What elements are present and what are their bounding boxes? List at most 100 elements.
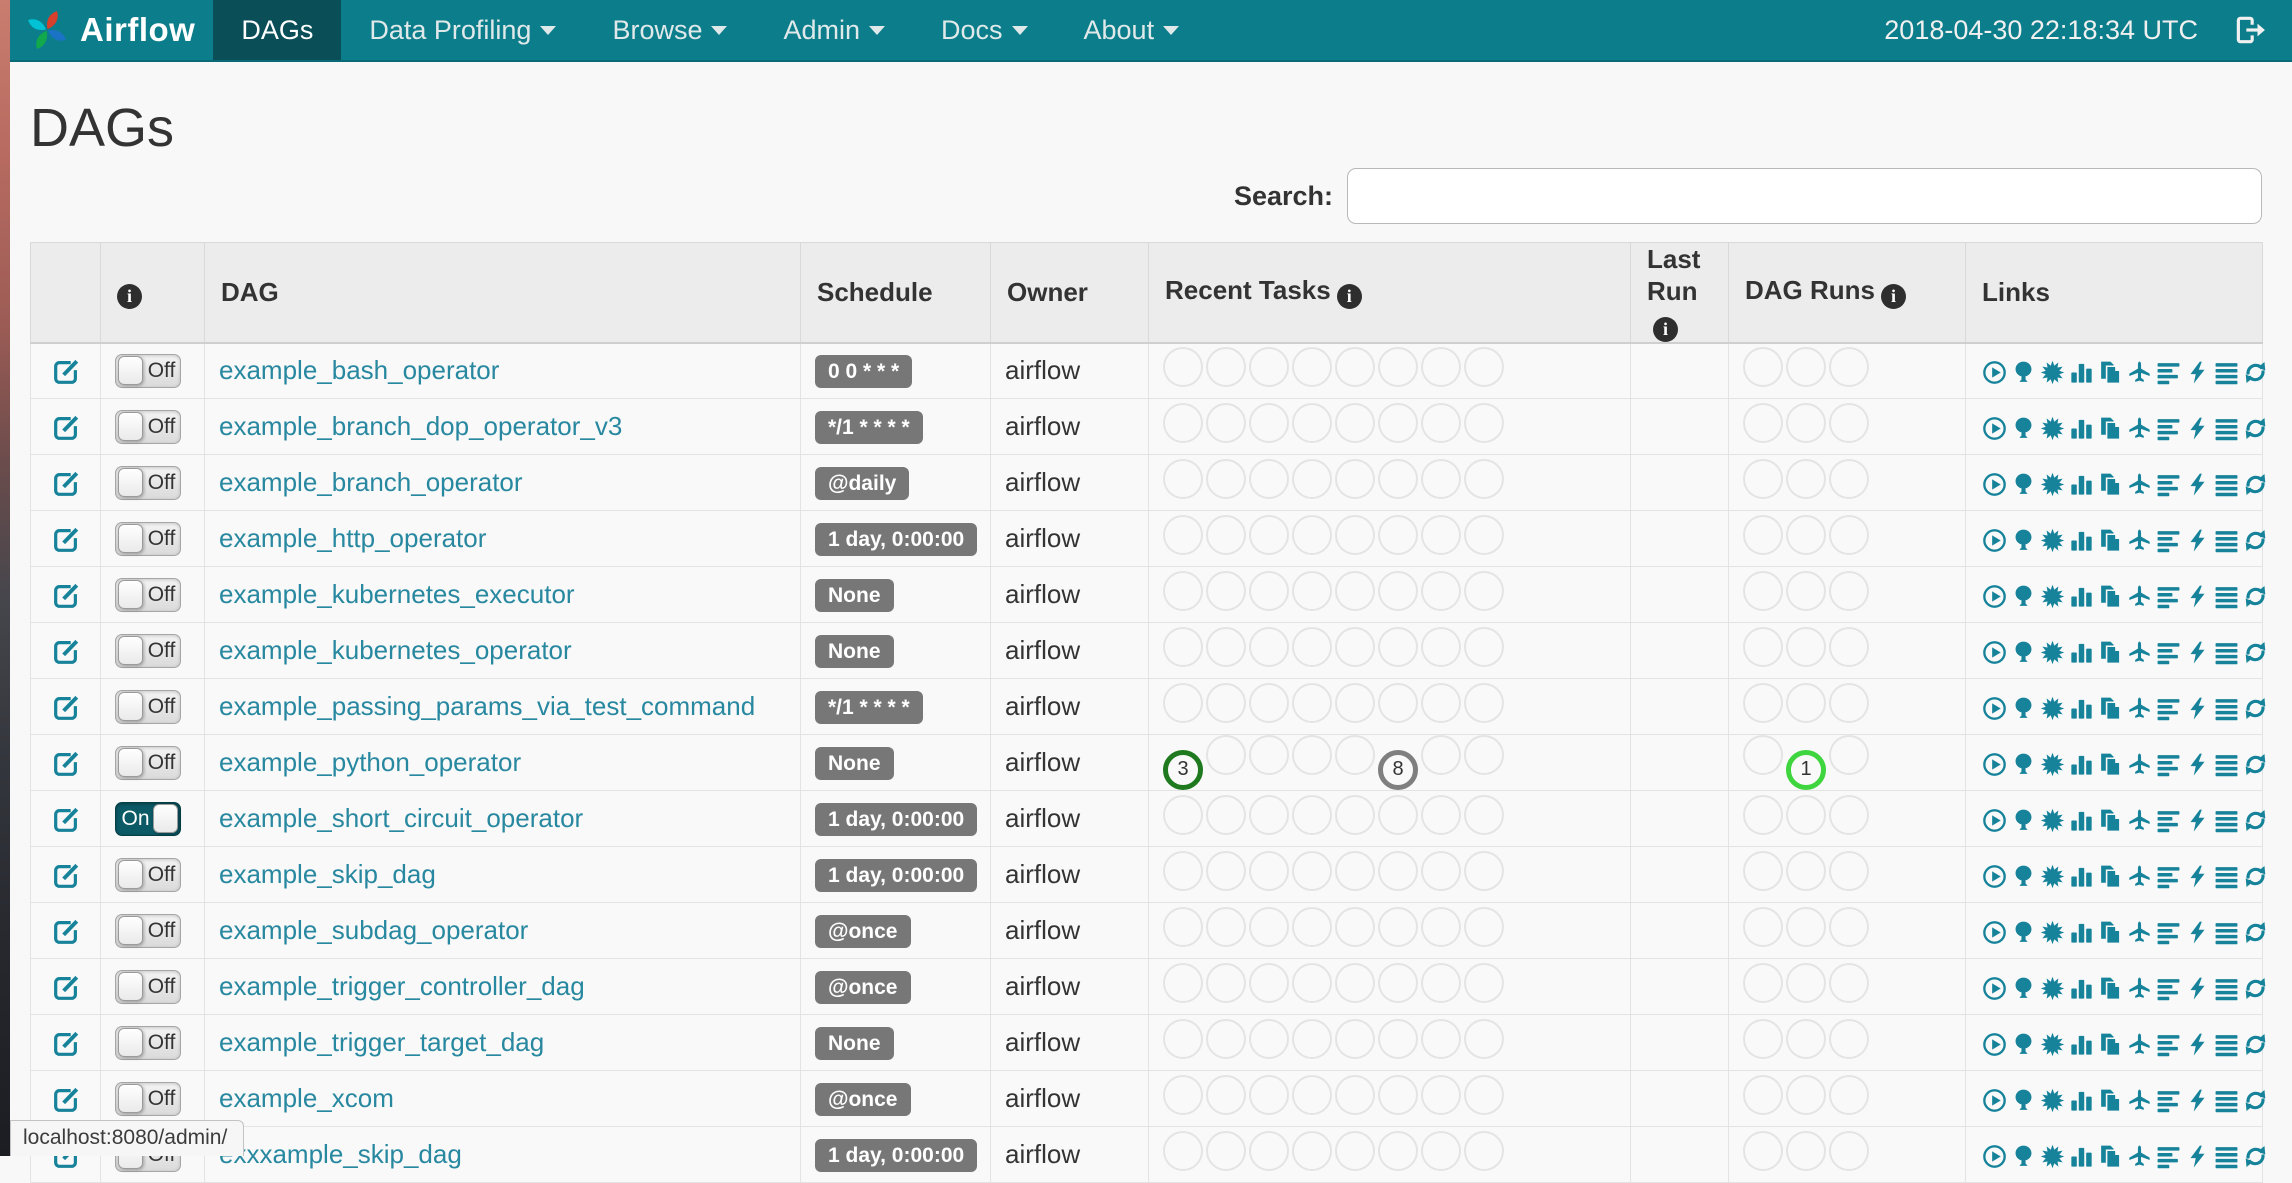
state-circle[interactable]: [1786, 851, 1826, 891]
gantt-view-icon[interactable]: [2156, 803, 2181, 834]
logs-icon[interactable]: [2214, 355, 2239, 386]
trigger-dag-icon[interactable]: [1982, 1083, 2007, 1114]
code-view-icon[interactable]: [2185, 971, 2210, 1002]
dag-pause-toggle[interactable]: Off: [115, 353, 181, 388]
refresh-icon[interactable]: [2243, 411, 2268, 442]
code-view-icon[interactable]: [2185, 579, 2210, 610]
edit-dag-icon[interactable]: [51, 858, 81, 888]
logs-icon[interactable]: [2214, 915, 2239, 946]
state-circle[interactable]: [1829, 571, 1869, 611]
dag-pause-toggle[interactable]: Off: [115, 465, 181, 500]
logout-icon[interactable]: [2232, 13, 2266, 47]
logs-icon[interactable]: [2214, 1083, 2239, 1114]
state-circle[interactable]: 8: [1378, 749, 1418, 790]
code-view-icon[interactable]: [2185, 747, 2210, 778]
logs-icon[interactable]: [2214, 1027, 2239, 1058]
trigger-dag-icon[interactable]: [1982, 915, 2007, 946]
dag-pause-toggle[interactable]: Off: [115, 689, 181, 724]
dag-link[interactable]: example_trigger_controller_dag: [219, 971, 585, 1001]
state-circle[interactable]: [1163, 963, 1203, 1003]
task-duration-icon[interactable]: [2069, 691, 2094, 722]
refresh-icon[interactable]: [2243, 915, 2268, 946]
landing-times-icon[interactable]: [2127, 1139, 2152, 1170]
gantt-view-icon[interactable]: [2156, 635, 2181, 666]
task-duration-icon[interactable]: [2069, 1083, 2094, 1114]
tree-view-icon[interactable]: [2011, 635, 2036, 666]
trigger-dag-icon[interactable]: [1982, 411, 2007, 442]
state-circle[interactable]: [1206, 1075, 1246, 1115]
state-circle[interactable]: [1786, 403, 1826, 443]
task-duration-icon[interactable]: [2069, 971, 2094, 1002]
state-circle[interactable]: [1829, 963, 1869, 1003]
gantt-view-icon[interactable]: [2156, 355, 2181, 386]
code-view-icon[interactable]: [2185, 1083, 2210, 1114]
task-tries-icon[interactable]: [2098, 691, 2123, 722]
state-circle[interactable]: [1249, 683, 1289, 723]
state-circle[interactable]: [1378, 403, 1418, 443]
landing-times-icon[interactable]: [2127, 1027, 2152, 1058]
refresh-icon[interactable]: [2243, 523, 2268, 554]
state-circle[interactable]: [1335, 459, 1375, 499]
landing-times-icon[interactable]: [2127, 355, 2152, 386]
task-duration-icon[interactable]: [2069, 355, 2094, 386]
code-view-icon[interactable]: [2185, 1027, 2210, 1058]
task-tries-icon[interactable]: [2098, 467, 2123, 498]
state-circle[interactable]: [1249, 963, 1289, 1003]
task-duration-icon[interactable]: [2069, 1027, 2094, 1058]
task-tries-icon[interactable]: [2098, 747, 2123, 778]
state-circle[interactable]: [1786, 963, 1826, 1003]
dag-link[interactable]: example_branch_operator: [219, 467, 523, 497]
state-circle[interactable]: [1249, 347, 1289, 388]
schedule-badge[interactable]: None: [815, 578, 894, 612]
schedule-badge[interactable]: */1 * * * *: [815, 690, 923, 724]
task-tries-icon[interactable]: [2098, 523, 2123, 554]
state-circle[interactable]: [1335, 735, 1375, 776]
gantt-view-icon[interactable]: [2156, 411, 2181, 442]
state-circle[interactable]: [1829, 683, 1869, 723]
graph-view-icon[interactable]: [2040, 467, 2065, 498]
task-duration-icon[interactable]: [2069, 1139, 2094, 1170]
state-circle[interactable]: [1292, 403, 1332, 443]
gantt-view-icon[interactable]: [2156, 467, 2181, 498]
state-circle[interactable]: [1163, 571, 1203, 611]
state-circle[interactable]: [1421, 1131, 1461, 1171]
state-circle[interactable]: [1163, 347, 1203, 388]
state-circle[interactable]: [1743, 459, 1783, 499]
trigger-dag-icon[interactable]: [1982, 1139, 2007, 1170]
graph-view-icon[interactable]: [2040, 859, 2065, 890]
dag-link[interactable]: example_subdag_operator: [219, 915, 528, 945]
schedule-badge[interactable]: None: [815, 746, 894, 780]
tree-view-icon[interactable]: [2011, 747, 2036, 778]
state-circle[interactable]: [1464, 459, 1504, 499]
state-circle[interactable]: [1464, 571, 1504, 611]
state-circle[interactable]: [1249, 571, 1289, 611]
refresh-icon[interactable]: [2243, 803, 2268, 834]
state-circle[interactable]: [1743, 1019, 1783, 1059]
state-circle[interactable]: [1163, 795, 1203, 835]
landing-times-icon[interactable]: [2127, 691, 2152, 722]
task-tries-icon[interactable]: [2098, 915, 2123, 946]
state-circle[interactable]: [1829, 459, 1869, 499]
state-circle[interactable]: [1464, 1131, 1504, 1171]
state-circle[interactable]: [1743, 571, 1783, 611]
schedule-badge[interactable]: 1 day, 0:00:00: [815, 858, 978, 892]
state-circle[interactable]: [1206, 851, 1246, 891]
search-input[interactable]: [1347, 168, 2262, 224]
state-circle[interactable]: [1743, 851, 1783, 891]
dag-link[interactable]: example_short_circuit_operator: [219, 803, 583, 833]
state-circle[interactable]: [1421, 1075, 1461, 1115]
refresh-icon[interactable]: [2243, 467, 2268, 498]
refresh-icon[interactable]: [2243, 1139, 2268, 1170]
state-circle[interactable]: [1163, 1131, 1203, 1171]
state-circle[interactable]: [1786, 515, 1826, 555]
state-circle[interactable]: [1249, 403, 1289, 443]
task-duration-icon[interactable]: [2069, 915, 2094, 946]
dag-pause-toggle[interactable]: Off: [115, 1025, 181, 1060]
state-circle[interactable]: [1421, 403, 1461, 443]
gantt-view-icon[interactable]: [2156, 579, 2181, 610]
state-circle[interactable]: [1378, 515, 1418, 555]
edit-dag-icon[interactable]: [51, 578, 81, 608]
refresh-icon[interactable]: [2243, 355, 2268, 386]
task-tries-icon[interactable]: [2098, 971, 2123, 1002]
dag-pause-toggle[interactable]: Off: [115, 409, 181, 444]
